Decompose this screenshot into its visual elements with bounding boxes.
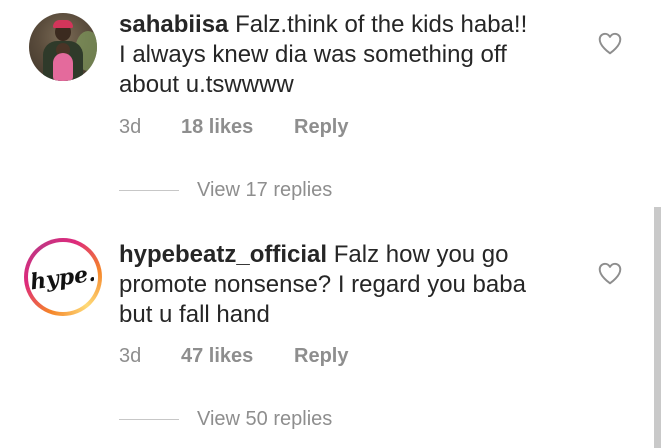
- comment-age: 3d: [119, 345, 142, 367]
- comment-text-line-2: promote nonsense? I regard you baba: [119, 271, 526, 298]
- replies-divider: [119, 419, 179, 420]
- avatar[interactable]: hype.: [24, 238, 102, 316]
- comment-body: sahabiisa Falz.think of the kids haba!! …: [119, 10, 569, 100]
- heart-icon[interactable]: [597, 261, 623, 285]
- comment-text-line-1: Falz how you go: [333, 241, 509, 268]
- comment-username[interactable]: hypebeatz_official: [119, 241, 327, 268]
- comment-age: 3d: [119, 116, 142, 138]
- comment-text-line-1: Falz.think of the kids haba!!: [235, 11, 528, 38]
- likes-count[interactable]: 47 likes: [181, 343, 253, 369]
- reply-button[interactable]: Reply: [294, 114, 348, 140]
- hype-logo-mark: hype.: [32, 261, 94, 296]
- replies-divider: [119, 190, 179, 191]
- avatar[interactable]: [29, 13, 97, 81]
- heart-icon[interactable]: [597, 31, 623, 55]
- comment-body: hypebeatz_official Falz how you go promo…: [119, 240, 569, 330]
- hype-logo: hype.: [28, 242, 98, 312]
- scrollbar[interactable]: [654, 207, 661, 448]
- comment-username[interactable]: sahabiisa: [119, 11, 228, 38]
- view-replies-label: View 17 replies: [197, 179, 333, 201]
- comment-text-line-3: about u.tswwww: [119, 71, 294, 98]
- comments-list: sahabiisa Falz.think of the kids haba!! …: [0, 0, 661, 448]
- view-replies-button[interactable]: View 17 replies: [119, 177, 379, 203]
- view-replies-button[interactable]: View 50 replies: [119, 406, 379, 432]
- likes-count[interactable]: 18 likes: [181, 114, 253, 140]
- comment-text-line-2: I always knew dia was something off: [119, 41, 507, 68]
- svg-text:hype.: hype.: [32, 261, 94, 296]
- view-replies-label: View 50 replies: [197, 408, 333, 430]
- reply-button[interactable]: Reply: [294, 343, 348, 369]
- comment-text-line-3: but u fall hand: [119, 301, 270, 328]
